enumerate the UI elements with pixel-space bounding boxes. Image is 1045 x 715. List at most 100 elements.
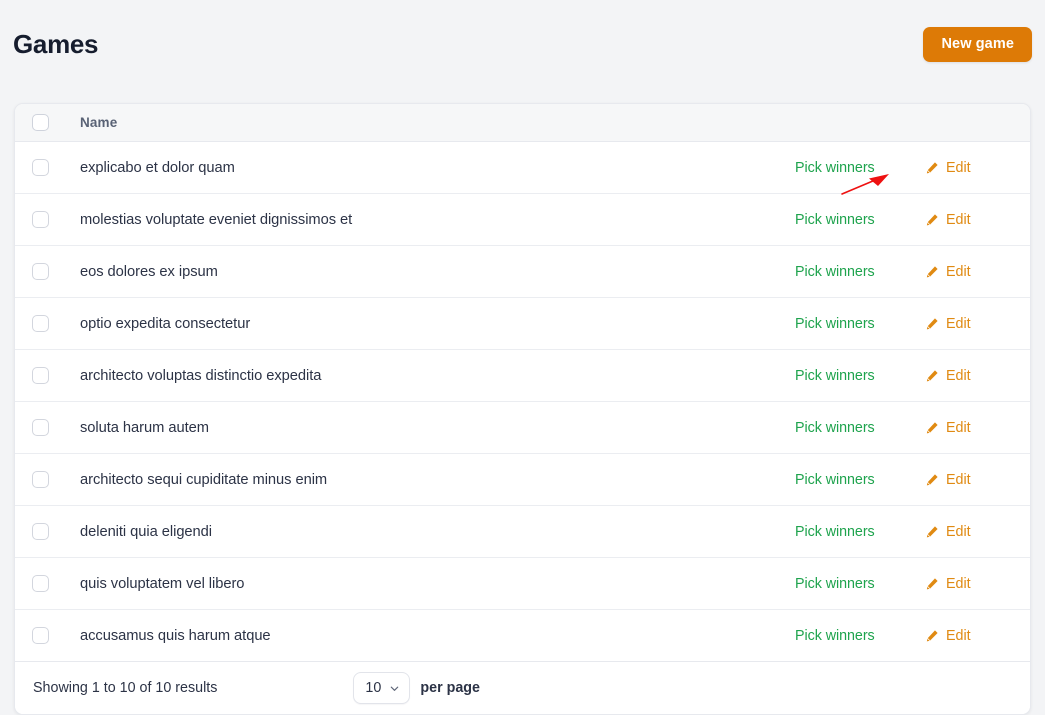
row-select-checkbox[interactable] [32, 315, 49, 332]
game-name-cell: architecto voluptas distinctio expedita [80, 349, 795, 402]
row-select-checkbox[interactable] [32, 575, 49, 592]
pick-winners-link[interactable]: Pick winners [795, 472, 875, 488]
row-select-checkbox[interactable] [32, 159, 49, 176]
games-table: Name explicabo et dolor quam Pick winners… [15, 104, 1030, 662]
pick-winners-cell: Pick winners [795, 609, 925, 662]
pick-winners-link[interactable]: Pick winners [795, 628, 875, 644]
pencil-icon [926, 161, 938, 173]
table-head: Name [15, 104, 1030, 142]
pencil-icon [926, 473, 938, 485]
edit-cell: Edit [925, 193, 1030, 246]
row-select-cell [15, 557, 80, 610]
pick-winners-cell: Pick winners [795, 401, 925, 454]
edit-cell: Edit [925, 349, 1030, 402]
pencil-icon [926, 369, 938, 381]
edit-cell: Edit [925, 557, 1030, 610]
game-name-cell: soluta harum autem [80, 401, 795, 454]
select-all-header-cell [15, 104, 80, 142]
game-name-cell: quis voluptatem vel libero [80, 557, 795, 610]
edit-action-group[interactable]: Edit [925, 420, 1030, 436]
edit-action-group[interactable]: Edit [925, 160, 1030, 176]
row-select-checkbox[interactable] [32, 471, 49, 488]
row-select-cell [15, 245, 80, 298]
game-name-text: accusamus quis harum atque [80, 627, 271, 644]
column-header-edit [925, 104, 1030, 142]
pick-winners-cell: Pick winners [795, 557, 925, 610]
games-table-card: Name explicabo et dolor quam Pick winners… [14, 103, 1031, 715]
table-row: architecto voluptas distinctio expedita P… [15, 349, 1030, 402]
game-name-cell: explicabo et dolor quam [80, 141, 795, 194]
pick-winners-link[interactable]: Pick winners [795, 524, 875, 540]
edit-action-group[interactable]: Edit [925, 628, 1030, 644]
table-row: deleniti quia eligendi Pick winners Edit [15, 505, 1030, 558]
edit-link[interactable]: Edit [946, 576, 971, 592]
edit-action-group[interactable]: Edit [925, 472, 1030, 488]
game-name-text: soluta harum autem [80, 419, 209, 436]
row-select-checkbox[interactable] [32, 211, 49, 228]
game-name-text: optio expedita consectetur [80, 315, 251, 332]
row-select-checkbox[interactable] [32, 627, 49, 644]
edit-cell: Edit [925, 141, 1030, 194]
column-header-name[interactable]: Name [80, 104, 795, 142]
row-select-cell [15, 453, 80, 506]
pick-winners-link[interactable]: Pick winners [795, 316, 875, 332]
table-row: accusamus quis harum atque Pick winners Ed… [15, 609, 1030, 662]
edit-cell: Edit [925, 297, 1030, 350]
pencil-icon [926, 213, 938, 225]
pick-winners-link[interactable]: Pick winners [795, 264, 875, 280]
row-select-checkbox[interactable] [32, 419, 49, 436]
game-name-text: explicabo et dolor quam [80, 159, 235, 176]
edit-link[interactable]: Edit [946, 420, 971, 436]
edit-action-group[interactable]: Edit [925, 316, 1030, 332]
pick-winners-link[interactable]: Pick winners [795, 212, 875, 228]
edit-link[interactable]: Edit [946, 472, 971, 488]
table-row: eos dolores ex ipsum Pick winners Edit [15, 245, 1030, 298]
game-name-text: eos dolores ex ipsum [80, 263, 218, 280]
pencil-icon [926, 421, 938, 433]
page-header: Games New game [0, 0, 1045, 88]
pick-winners-link[interactable]: Pick winners [795, 160, 875, 176]
pick-winners-link[interactable]: Pick winners [795, 368, 875, 384]
game-name-cell: deleniti quia eligendi [80, 505, 795, 558]
edit-cell: Edit [925, 505, 1030, 558]
table-body: explicabo et dolor quam Pick winners Edit m… [15, 141, 1030, 662]
row-select-cell [15, 401, 80, 454]
edit-link[interactable]: Edit [946, 628, 971, 644]
per-page-label: per page [420, 680, 480, 696]
select-all-checkbox[interactable] [32, 114, 49, 131]
game-name-text: architecto sequi cupiditate minus enim [80, 471, 328, 488]
game-name-cell: molestias voluptate eveniet dignissimos … [80, 193, 795, 246]
game-name-text: architecto voluptas distinctio expedita [80, 367, 322, 384]
per-page-select[interactable]: 10 [353, 672, 411, 704]
new-game-button[interactable]: New game [923, 26, 1032, 62]
row-select-cell [15, 141, 80, 194]
edit-link[interactable]: Edit [946, 264, 971, 280]
pick-winners-cell: Pick winners [795, 245, 925, 298]
pick-winners-link[interactable]: Pick winners [795, 420, 875, 436]
row-select-checkbox[interactable] [32, 367, 49, 384]
edit-link[interactable]: Edit [946, 368, 971, 384]
table-footer: Showing 1 to 10 of 10 results 10 per pag… [15, 662, 1030, 714]
column-header-pick [795, 104, 925, 142]
row-select-checkbox[interactable] [32, 263, 49, 280]
pick-winners-link[interactable]: Pick winners [795, 576, 875, 592]
edit-cell: Edit [925, 401, 1030, 454]
edit-link[interactable]: Edit [946, 212, 971, 228]
game-name-text: molestias voluptate eveniet dignissimos … [80, 211, 353, 228]
edit-link[interactable]: Edit [946, 160, 971, 176]
per-page-value: 10 [365, 680, 382, 696]
pencil-icon [926, 525, 938, 537]
row-select-checkbox[interactable] [32, 523, 49, 540]
edit-action-group[interactable]: Edit [925, 368, 1030, 384]
edit-action-group[interactable]: Edit [925, 212, 1030, 228]
pencil-icon [926, 265, 938, 277]
table-row: architecto sequi cupiditate minus enim Pi… [15, 453, 1030, 506]
edit-link[interactable]: Edit [946, 524, 971, 540]
pick-winners-cell: Pick winners [795, 349, 925, 402]
edit-action-group[interactable]: Edit [925, 264, 1030, 280]
game-name-cell: eos dolores ex ipsum [80, 245, 795, 298]
edit-action-group[interactable]: Edit [925, 576, 1030, 592]
edit-action-group[interactable]: Edit [925, 524, 1030, 540]
edit-link[interactable]: Edit [946, 316, 971, 332]
row-select-cell [15, 505, 80, 558]
